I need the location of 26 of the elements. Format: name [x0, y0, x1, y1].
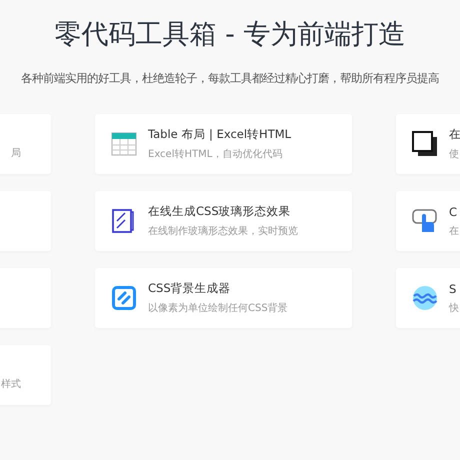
tool-description: 在	[449, 224, 459, 238]
stripes-icon	[111, 285, 137, 311]
tool-title: S	[449, 282, 458, 296]
touch-button-icon	[412, 208, 438, 234]
tool-title: CSS背景生成器	[148, 281, 232, 296]
glass-panel-icon	[111, 208, 137, 234]
tool-title: 在线生成CSS玻璃形态效果	[148, 204, 292, 219]
tool-card[interactable]: S 快	[396, 268, 460, 328]
page-subtitle: 各种前端实用的好工具，杜绝造轮子，每款工具都经过精心打磨，帮助所有程序员提高	[20, 70, 440, 86]
tool-card[interactable]: Table 布局 | Excel转HTML Excel转HTML，自动优化代码	[95, 114, 352, 174]
tool-description: 使	[449, 148, 460, 161]
tool-description: 局	[11, 147, 21, 160]
wave-icon	[412, 285, 438, 311]
tool-title: Table 布局 | Excel转HTML	[148, 127, 292, 142]
tool-description: 以像素为单位绘制任何CSS背景	[148, 302, 288, 315]
tool-description: Excel转HTML，自动优化代码	[148, 148, 284, 161]
tool-card[interactable]: 在线生成CSS玻璃形态效果 在线制作玻璃形态效果，实时预览	[95, 191, 352, 251]
table-icon	[111, 131, 137, 157]
page-title: 零代码工具箱 - 专为前端打造	[54, 18, 406, 52]
tool-title: C	[449, 204, 458, 218]
layers-icon	[412, 131, 438, 157]
tool-card[interactable]: C 在	[396, 191, 460, 251]
tool-card[interactable]: CSS背景生成器 以像素为单位绘制任何CSS背景	[95, 268, 352, 328]
tool-description: 快	[449, 302, 459, 314]
tool-description: 在线制作玻璃形态效果，实时预览	[148, 224, 298, 238]
tool-description: 样式	[1, 378, 21, 391]
